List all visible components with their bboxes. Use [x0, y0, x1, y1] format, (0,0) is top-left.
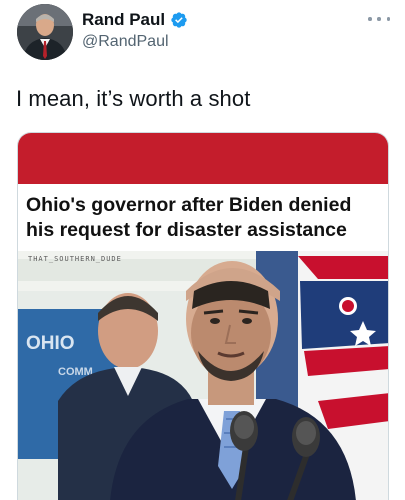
- media-headline: Ohio's governor after Biden denied his r…: [26, 194, 352, 241]
- tweet-media[interactable]: Ohio's governor after Biden denied his r…: [17, 132, 389, 500]
- media-watermark: THAT_SOUTHERN_DUDE: [28, 255, 122, 263]
- avatar-image: [17, 4, 73, 60]
- sign-text: OHIO: [26, 333, 75, 354]
- avatar[interactable]: [17, 4, 73, 60]
- more-options-icon[interactable]: [368, 12, 390, 26]
- author-handle[interactable]: @RandPaul: [82, 33, 169, 51]
- dot: [386, 17, 390, 21]
- media-photo: OHIO COMM: [18, 251, 388, 500]
- dot: [368, 17, 372, 21]
- verified-badge-icon: [171, 12, 187, 28]
- tweet-text: I mean, it’s worth a shot: [16, 86, 251, 111]
- media-banner: [18, 133, 388, 184]
- tweet-card[interactable]: Rand Paul @RandPaul I mean, it’s worth a…: [0, 0, 405, 500]
- author-display-name[interactable]: Rand Paul: [82, 10, 165, 30]
- dot: [377, 17, 381, 21]
